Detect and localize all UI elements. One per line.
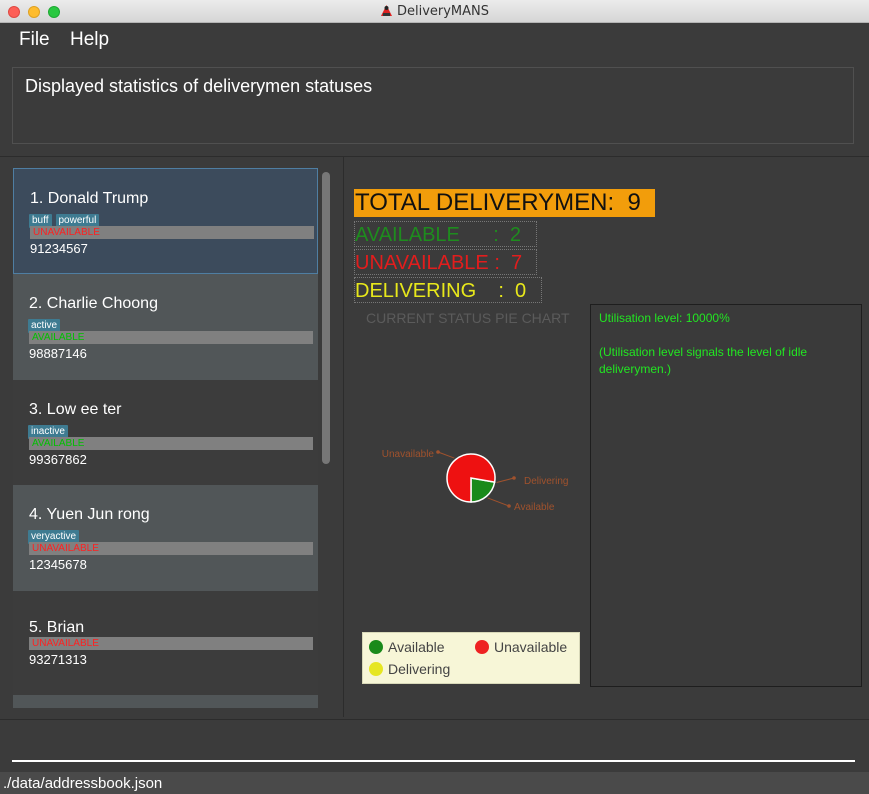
pie-label-available: Available: [514, 502, 555, 513]
utilisation-level: Utilisation level: 10000%: [599, 311, 730, 325]
list-item[interactable]: [13, 695, 318, 708]
list-item[interactable]: 2. Charlie Choong active AVAILABLE 98887…: [13, 274, 318, 380]
legend-label: Available: [388, 639, 445, 655]
legend-dot-unavailable: [475, 640, 489, 654]
deliveryman-name: 5. Brian: [29, 619, 85, 636]
phone-number: 98887146: [29, 346, 87, 361]
command-box: [0, 719, 869, 769]
pie-leader-dot: [507, 504, 511, 508]
pie-leader-dot: [512, 476, 516, 480]
legend-label: Delivering: [388, 661, 451, 677]
deliverymen-list[interactable]: 1. Donald Trump buff powerful UNAVAILABLE…: [12, 168, 319, 708]
save-location: ./data/addressbook.json: [3, 775, 163, 792]
deliveryman-name: 3. Low ee ter: [29, 401, 122, 418]
deliveryman-name: 2. Charlie Choong: [29, 295, 158, 312]
phone-number: 91234567: [30, 241, 88, 256]
status-label: UNAVAILABLE: [30, 226, 314, 239]
title-bar: DeliveryMANS: [0, 0, 869, 23]
utilisation-note: (Utilisation level signals the level of …: [599, 345, 808, 376]
status-label: UNAVAILABLE: [29, 637, 313, 650]
window-title-wrap: DeliveryMANS: [0, 4, 869, 19]
delivery-app-icon: [380, 5, 392, 16]
chart-legend: Available Unavailable Delivering: [362, 632, 580, 684]
unavailable-stat: UNAVAILABLE : 7: [354, 249, 537, 275]
phone-number: 12345678: [29, 557, 87, 572]
legend-dot-available: [369, 640, 383, 654]
list-item[interactable]: 4. Yuen Jun rong veryactive UNAVAILABLE …: [13, 485, 318, 591]
pie-leader-line: [496, 477, 515, 483]
chart-title: CURRENT STATUS PIE CHART: [366, 310, 570, 326]
deliveryman-name: 1. Donald Trump: [30, 190, 149, 207]
list-item[interactable]: 5. Brian UNAVAILABLE 93271313: [13, 591, 318, 695]
phone-number: 99367862: [29, 452, 87, 467]
menu-bar: File Help: [0, 23, 869, 57]
result-display: Displayed statistics of deliverymen stat…: [12, 67, 854, 144]
status-bar: ./data/addressbook.json: [0, 772, 869, 794]
result-text: Displayed statistics of deliverymen stat…: [25, 76, 373, 96]
pie-leader-dot: [436, 450, 440, 454]
status-pie-chart: Available Unavailable Delivering: [382, 449, 569, 513]
available-stat: AVAILABLE : 2: [354, 221, 537, 247]
tag-list: buff powerful: [29, 210, 103, 228]
delivering-stat: DELIVERING : 0: [354, 277, 542, 303]
status-label: AVAILABLE: [29, 331, 313, 344]
menu-file[interactable]: File: [19, 29, 50, 51]
list-scrollbar-thumb[interactable]: [322, 172, 330, 464]
pie-label-unavailable: Unavailable: [382, 449, 435, 460]
tag-list: active: [28, 315, 64, 333]
list-item[interactable]: 3. Low ee ter inactive AVAILABLE 9936786…: [13, 380, 318, 486]
pie-label-delivering: Delivering: [524, 476, 568, 487]
pie-leader-line: [437, 451, 455, 459]
window-title: DeliveryMANS: [396, 4, 490, 19]
status-label: AVAILABLE: [29, 437, 313, 450]
pie-leader-line: [487, 497, 510, 507]
list-item[interactable]: 1. Donald Trump buff powerful UNAVAILABLE…: [13, 168, 318, 274]
divider: [0, 156, 869, 157]
tag-list: veryactive: [28, 526, 83, 544]
legend-dot-delivering: [369, 662, 383, 676]
status-label: UNAVAILABLE: [29, 542, 313, 555]
panel-divider: [343, 157, 344, 717]
utilisation-panel: Utilisation level: 10000% (Utilisation l…: [590, 304, 862, 687]
legend-label: Unavailable: [494, 639, 568, 655]
tag-list: inactive: [28, 421, 72, 439]
menu-help[interactable]: Help: [70, 29, 109, 51]
command-input[interactable]: [12, 726, 855, 762]
phone-number: 93271313: [29, 652, 87, 667]
deliveryman-name: 4. Yuen Jun rong: [29, 506, 150, 523]
total-deliverymen-stat: TOTAL DELIVERYMEN: 9: [354, 189, 655, 217]
